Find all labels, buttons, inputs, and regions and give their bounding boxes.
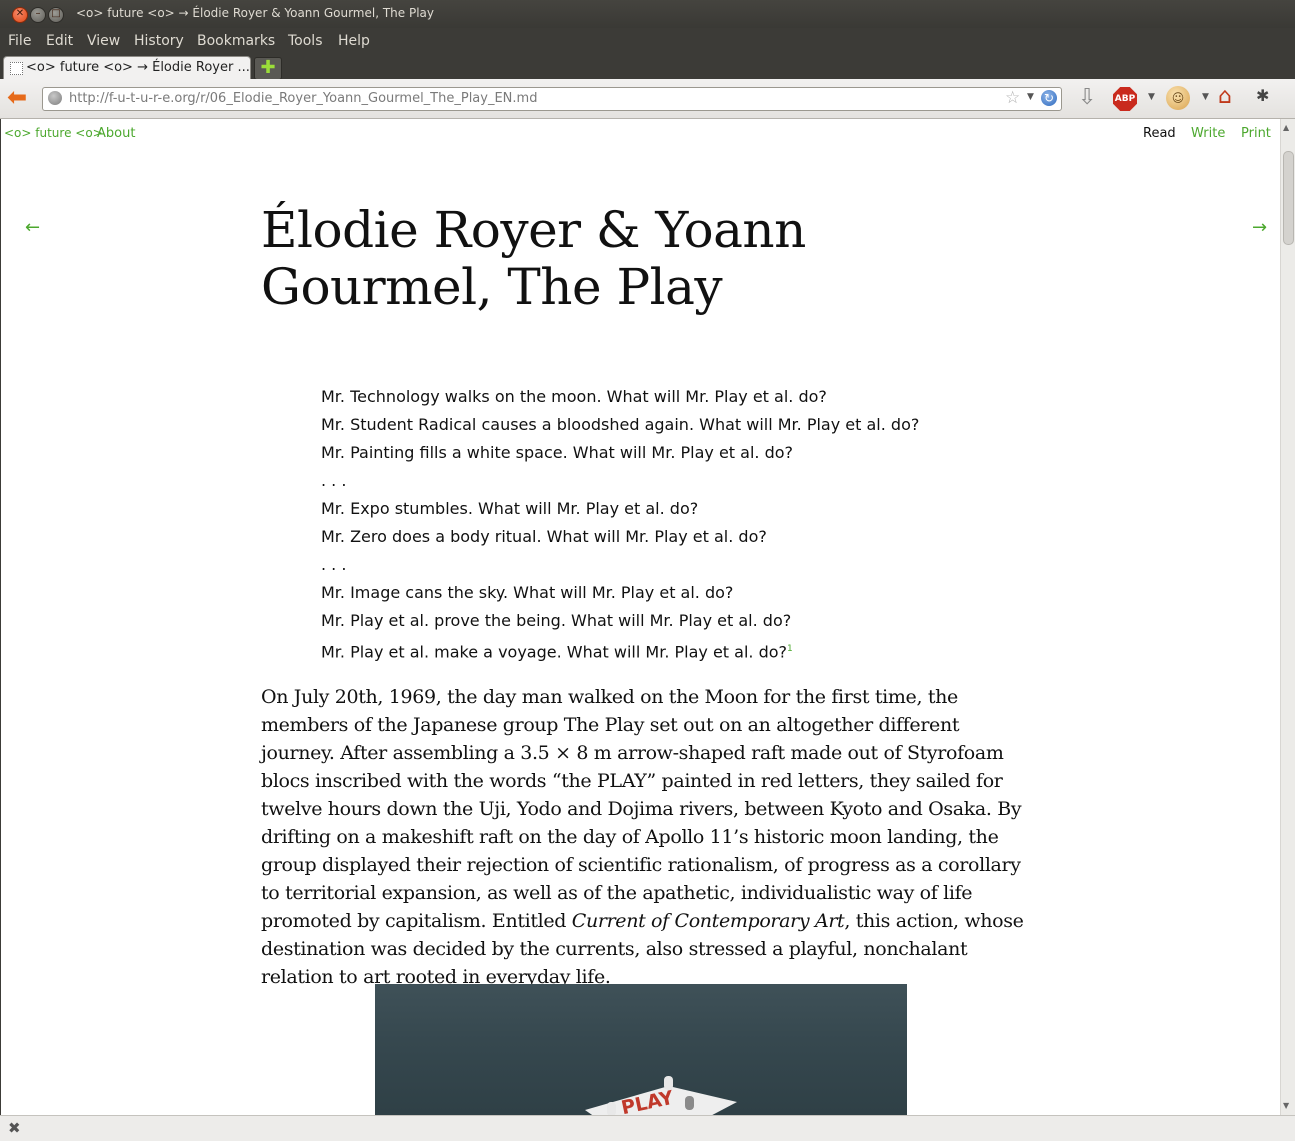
poem-line-text: Mr. Play et al. make a voyage. What will… (321, 642, 788, 662)
poem-epigraph: Mr. Technology walks on the moon. What w… (321, 383, 919, 663)
previous-article-arrow[interactable]: ← (25, 217, 40, 238)
tab-label: <o> future <o> → Élodie Royer ... (26, 60, 250, 75)
maximize-icon: □ (51, 8, 61, 19)
article-title: Élodie Royer & Yoann Gourmel, The Play (261, 201, 806, 316)
menu-bar: File Edit View History Bookmarks Tools H… (0, 28, 1295, 55)
person-figure (685, 1096, 694, 1110)
poem-line: Mr. Painting fills a white space. What w… (321, 443, 794, 462)
scrollbar-thumb[interactable] (1283, 151, 1294, 245)
poem-line: Mr. Image cans the sky. What will Mr. Pl… (321, 583, 734, 602)
bookmark-star-icon[interactable]: ☆ (1005, 88, 1020, 108)
reload-icon[interactable]: ↻ (1041, 90, 1057, 106)
scroll-down-icon[interactable]: ▼ (1283, 1101, 1289, 1110)
poem-line-last: Mr. Play et al. make a voyage. What will… (321, 635, 919, 663)
footnote-link[interactable]: 1 (787, 644, 793, 654)
menu-history[interactable]: History (134, 33, 184, 49)
page-favicon-icon (10, 62, 23, 75)
window-title: <o> future <o> → Élodie Royer & Yoann Go… (76, 6, 434, 20)
site-brand-link[interactable]: <o> future <o> (4, 126, 103, 140)
menu-file[interactable]: File (8, 33, 31, 49)
adblock-dropdown-icon[interactable]: ▼ (1148, 92, 1155, 102)
print-link[interactable]: Print (1241, 126, 1271, 141)
menu-help[interactable]: Help (338, 33, 370, 49)
window-minimize-button[interactable]: – (30, 7, 46, 23)
close-addon-bar-icon[interactable]: ✖ (8, 1119, 21, 1137)
person-figure (607, 1102, 616, 1115)
firebug-icon[interactable]: ✱ (1256, 86, 1269, 105)
back-icon[interactable]: ⬅ (7, 85, 31, 109)
poem-line: Mr. Zero does a body ritual. What will M… (321, 527, 767, 546)
menu-edit[interactable]: Edit (46, 33, 73, 49)
greasemonkey-icon[interactable]: ☺ (1166, 86, 1190, 110)
menu-tools[interactable]: Tools (288, 33, 323, 49)
url-text[interactable]: http://f-u-t-u-r-e.org/r/06_Elodie_Royer… (69, 91, 537, 106)
url-bar[interactable]: http://f-u-t-u-r-e.org/r/06_Elodie_Royer… (42, 87, 1062, 111)
about-link[interactable]: About (97, 126, 135, 141)
article-photo: PLAY (375, 984, 907, 1115)
greasemonkey-dropdown-icon[interactable]: ▼ (1202, 92, 1209, 102)
tab-strip: <o> future <o> → Élodie Royer ... ✚ (0, 55, 1295, 80)
paragraph-text: On July 20th, 1969, the day man walked o… (261, 686, 1022, 932)
person-figure (664, 1076, 673, 1090)
page-content: <o> future <o> About Read Write Print ← … (1, 119, 1280, 1115)
poem-line: Mr. Play et al. prove the being. What wi… (321, 611, 792, 630)
poem-line: Mr. Expo stumbles. What will Mr. Play et… (321, 499, 699, 518)
globe-icon (48, 91, 62, 105)
status-bar: ✖ (0, 1115, 1295, 1141)
close-icon: ✕ (15, 8, 25, 19)
url-history-dropdown-icon[interactable]: ▼ (1027, 92, 1034, 102)
minimize-icon: – (35, 8, 41, 19)
menu-bookmarks[interactable]: Bookmarks (197, 33, 275, 49)
window-maximize-button[interactable]: □ (48, 7, 64, 23)
poem-line: Mr. Student Radical causes a bloodshed a… (321, 415, 920, 434)
poem-line: . . . (321, 471, 347, 490)
poem-line: Mr. Technology walks on the moon. What w… (321, 387, 827, 406)
window-titlebar: ✕ – □ <o> future <o> → Élodie Royer & Yo… (0, 0, 1295, 28)
window-close-button[interactable]: ✕ (12, 7, 28, 23)
poem-line: . . . (321, 555, 347, 574)
navigation-toolbar: ⬅ http://f-u-t-u-r-e.org/r/06_Elodie_Roy… (0, 79, 1295, 119)
download-icon[interactable]: ⇩ (1078, 85, 1096, 110)
write-link[interactable]: Write (1191, 126, 1225, 141)
scroll-up-icon[interactable]: ▲ (1283, 123, 1289, 132)
article-paragraph: On July 20th, 1969, the day man walked o… (261, 683, 1026, 991)
read-mode-label[interactable]: Read (1143, 126, 1176, 141)
next-article-arrow[interactable]: → (1252, 217, 1267, 238)
new-tab-button[interactable]: ✚ (254, 57, 282, 80)
tab-current[interactable]: <o> future <o> → Élodie Royer ... (3, 56, 251, 80)
adblock-icon[interactable]: ABP (1113, 87, 1137, 111)
home-icon[interactable]: ⌂ (1218, 84, 1232, 109)
artwork-title: Current of Contemporary Art (571, 910, 845, 932)
vertical-scrollbar[interactable]: ▲ ▼ (1280, 119, 1295, 1115)
menu-view[interactable]: View (87, 33, 120, 49)
